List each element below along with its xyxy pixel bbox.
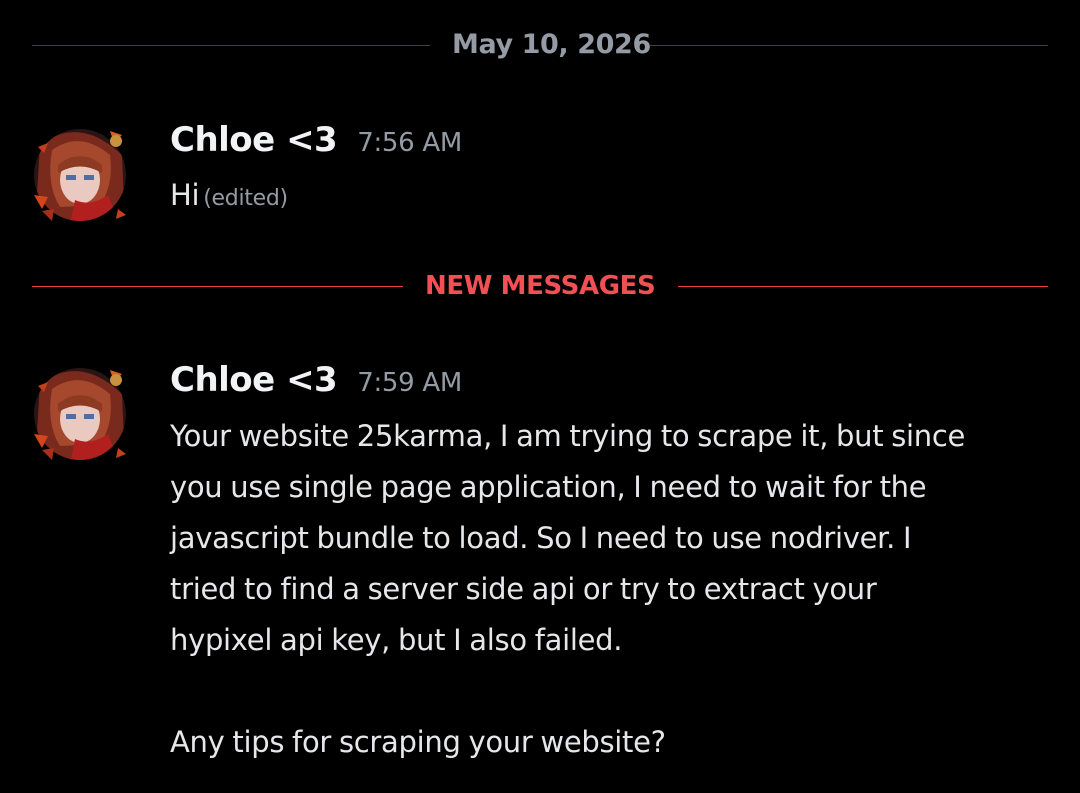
message-header: Chloe <3 7:56 AM bbox=[170, 120, 462, 160]
message-line: tried to find a server side api or try t… bbox=[170, 572, 877, 606]
message-line: javascript bundle to load. So I need to … bbox=[170, 521, 912, 555]
user-avatar-icon[interactable] bbox=[30, 364, 130, 464]
message-line: hypixel api key, but I also failed. bbox=[170, 623, 623, 657]
divider-line bbox=[678, 286, 1048, 287]
timestamp[interactable]: 7:59 AM bbox=[357, 368, 462, 398]
message-header: Chloe <3 7:59 AM bbox=[170, 360, 462, 400]
timestamp[interactable]: 7:56 AM bbox=[357, 128, 462, 158]
date-divider-label: May 10, 2026 bbox=[452, 29, 651, 60]
date-divider: May 10, 2026 bbox=[32, 29, 1048, 60]
new-messages-divider: NEW MESSAGES bbox=[32, 271, 1048, 301]
message-content: Hi (edited) bbox=[170, 170, 1050, 224]
message-line: Your website 25karma, I am trying to scr… bbox=[170, 419, 966, 453]
divider-line bbox=[32, 45, 430, 46]
message-line: you use single page application, I need … bbox=[170, 470, 927, 504]
divider-line bbox=[32, 286, 403, 287]
username[interactable]: Chloe <3 bbox=[170, 360, 338, 400]
divider-line bbox=[650, 45, 1048, 46]
message-text: Hi bbox=[170, 178, 200, 212]
message-content: Your website 25karma, I am trying to scr… bbox=[170, 411, 1050, 768]
edited-indicator: (edited) bbox=[203, 186, 288, 211]
user-avatar-icon[interactable] bbox=[30, 125, 130, 225]
message-line: Any tips for scraping your website? bbox=[170, 725, 666, 759]
username[interactable]: Chloe <3 bbox=[170, 120, 338, 160]
new-messages-label: NEW MESSAGES bbox=[425, 271, 656, 301]
